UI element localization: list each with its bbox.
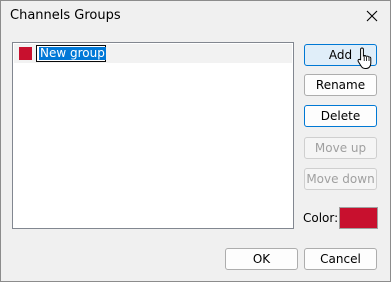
move-down-button[interactable]: Move down	[304, 168, 377, 190]
delete-button[interactable]: Delete	[304, 105, 377, 127]
ok-button[interactable]: OK	[225, 248, 298, 270]
list-item[interactable]: New group	[14, 44, 292, 63]
groups-list[interactable]: New group	[12, 42, 294, 229]
group-name-edit-field[interactable]: New group	[36, 45, 106, 62]
color-label: Color:	[303, 211, 339, 225]
title-bar: Channels Groups	[1, 1, 390, 32]
window-title: Channels Groups	[10, 8, 121, 23]
close-icon	[366, 10, 378, 22]
channels-groups-dialog: Channels Groups New group Add Rename Del…	[0, 0, 391, 282]
group-name-text[interactable]: New group	[39, 47, 106, 60]
move-up-button[interactable]: Move up	[304, 137, 377, 159]
group-color-swatch	[19, 47, 32, 60]
cancel-button[interactable]: Cancel	[304, 248, 377, 270]
rename-button[interactable]: Rename	[304, 74, 377, 96]
mouse-pointer-icon	[357, 47, 372, 69]
color-picker-button[interactable]	[339, 207, 378, 229]
close-button[interactable]	[358, 3, 386, 29]
